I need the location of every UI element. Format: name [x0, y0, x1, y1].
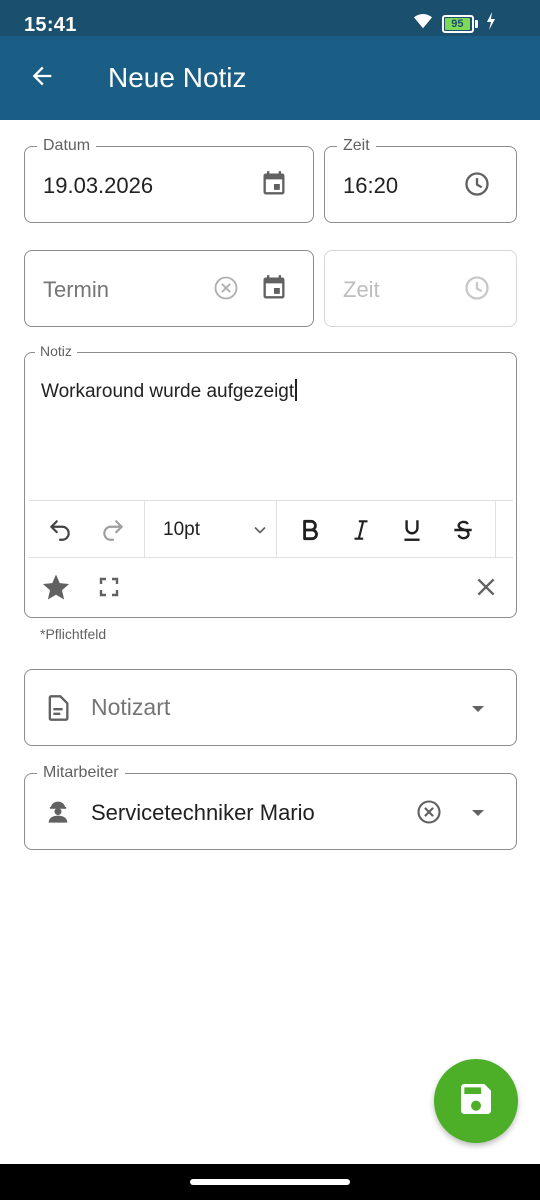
- home-handle[interactable]: [190, 1179, 350, 1185]
- notiz-label: Notiz: [35, 343, 77, 359]
- save-button[interactable]: [434, 1059, 518, 1143]
- fullscreen-icon[interactable]: [92, 570, 126, 604]
- zeit-label: Zeit: [337, 135, 376, 157]
- dropdown-arrow-icon[interactable]: [463, 693, 493, 723]
- status-bar: 15:41 95: [0, 0, 540, 36]
- status-time: 15:41: [24, 14, 77, 36]
- battery-icon: 95: [442, 14, 478, 33]
- back-button[interactable]: [20, 58, 64, 98]
- strikethrough-icon[interactable]: [446, 513, 480, 547]
- zeit-value: 16:20: [343, 173, 399, 198]
- italic-icon[interactable]: [344, 513, 378, 547]
- navigation-bar: [0, 1164, 540, 1200]
- page-title: Neue Notiz: [108, 62, 247, 93]
- datum-value: 19.03.2026: [43, 173, 154, 198]
- zeit-field[interactable]: Zeit 16:20: [324, 135, 517, 223]
- termin-zeit-placeholder: Zeit: [343, 277, 380, 302]
- datum-label: Datum: [37, 135, 97, 157]
- worker-icon: [43, 796, 73, 826]
- arrow-back-icon: [28, 62, 56, 95]
- mitarbeiter-label: Mitarbeiter: [37, 762, 125, 784]
- notiz-text: Workaround wurde aufgezeigt: [41, 381, 295, 402]
- text-caret: [295, 379, 297, 401]
- termin-zeit-field: Zeit: [324, 250, 517, 327]
- calendar-icon[interactable]: [259, 273, 289, 303]
- document-icon: [43, 693, 73, 723]
- clock-icon: [462, 273, 492, 303]
- mitarbeiter-value: Servicetechniker Mario: [91, 800, 315, 825]
- save-icon: [456, 1079, 496, 1124]
- bold-icon[interactable]: [293, 513, 327, 547]
- editor-toolbar-secondary: [29, 559, 513, 615]
- clear-icon[interactable]: [414, 797, 444, 827]
- battery-level: 95: [445, 17, 470, 30]
- app-bar: Neue Notiz: [0, 36, 540, 120]
- editor-toolbar: 10pt: [29, 500, 513, 558]
- font-size-select[interactable]: 10pt: [163, 519, 200, 541]
- status-icons: 95: [412, 12, 496, 35]
- wifi-icon: [412, 12, 434, 35]
- required-hint: *Pflichtfeld: [40, 626, 107, 642]
- notiz-editor[interactable]: Notiz Workaround wurde aufgezeigt 10pt: [24, 343, 517, 618]
- mitarbeiter-select[interactable]: Mitarbeiter Servicetechniker Mario: [24, 762, 517, 850]
- termin-placeholder: Termin: [43, 277, 110, 302]
- charging-icon: [486, 12, 496, 35]
- datum-field[interactable]: Datum 19.03.2026: [24, 135, 314, 223]
- dropdown-arrow-icon[interactable]: [463, 797, 493, 827]
- termin-field[interactable]: Termin: [24, 250, 314, 327]
- star-icon[interactable]: [39, 570, 73, 604]
- undo-icon[interactable]: [43, 513, 77, 547]
- clock-icon[interactable]: [462, 169, 492, 199]
- calendar-icon[interactable]: [259, 169, 289, 199]
- underline-icon[interactable]: [395, 513, 429, 547]
- chevron-down-icon[interactable]: [243, 513, 277, 547]
- clear-icon[interactable]: [211, 273, 241, 303]
- notizart-placeholder: Notizart: [91, 694, 171, 720]
- notizart-select[interactable]: Notizart: [24, 669, 517, 746]
- close-icon[interactable]: [469, 570, 503, 604]
- redo-icon[interactable]: [96, 513, 130, 547]
- notiz-textarea[interactable]: Workaround wurde aufgezeigt: [41, 379, 297, 403]
